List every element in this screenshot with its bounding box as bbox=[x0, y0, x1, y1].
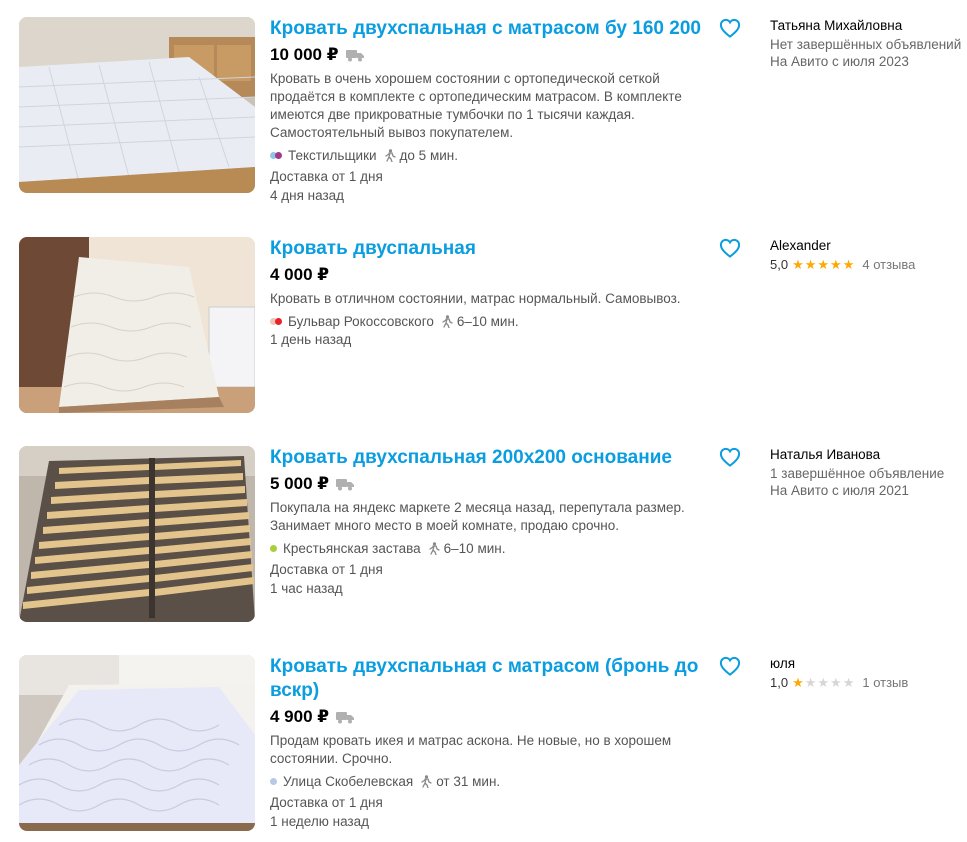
listing-price: 5 000 ₽ bbox=[270, 474, 330, 493]
walk-time: от 31 мин. bbox=[436, 774, 501, 789]
listing-photo[interactable] bbox=[19, 446, 255, 622]
metro-station: Бульвар Рокоссовского bbox=[288, 314, 434, 329]
delivery-truck-icon bbox=[335, 477, 355, 491]
price-row: 10 000 ₽ bbox=[270, 45, 365, 65]
price-row: 4 900 ₽ bbox=[270, 707, 355, 727]
metro-line: Улица Скобелевская от 31 мин. bbox=[270, 774, 500, 789]
price-row: 4 000 ₽ bbox=[270, 265, 329, 285]
rating-stars: ★ ★ ★ ★ ★ bbox=[792, 258, 854, 271]
star-icon: ★ bbox=[830, 257, 842, 272]
walk-time: 6–10 мин. bbox=[456, 314, 519, 329]
star-icon: ★ bbox=[817, 675, 830, 690]
listing-price: 4 900 ₽ bbox=[270, 707, 330, 726]
metro-icon bbox=[270, 778, 277, 785]
seller-rating: 1,0 ★ ★ ★ ★ ★ 1 отзыв bbox=[770, 675, 908, 690]
favorite-heart-icon[interactable] bbox=[719, 656, 741, 676]
listing-title[interactable]: Кровать двуспальная bbox=[270, 237, 710, 261]
seller-name[interactable]: юля bbox=[770, 656, 795, 671]
walking-person-icon bbox=[420, 775, 432, 789]
listing-description: Кровать в отличном состоянии, матрас нор… bbox=[270, 291, 681, 306]
star-icon: ★ bbox=[804, 675, 817, 690]
listing-price: 4 000 ₽ bbox=[270, 265, 330, 284]
star-icon: ★ bbox=[830, 675, 842, 690]
star-icon: ★ bbox=[792, 257, 804, 272]
price-row: 5 000 ₽ bbox=[270, 474, 355, 494]
walking-person-icon bbox=[384, 149, 396, 163]
seller-listings-info: 1 завершённое объявление bbox=[770, 466, 945, 481]
star-icon: ★ bbox=[804, 257, 817, 272]
listing-date: 1 день назад bbox=[270, 332, 352, 347]
listing-photo[interactable] bbox=[19, 655, 255, 831]
reviews-link[interactable]: 1 отзыв bbox=[862, 675, 908, 690]
rating-stars: ★ ★ ★ ★ ★ bbox=[792, 676, 854, 689]
listing-date: 1 неделю назад bbox=[270, 814, 370, 829]
star-icon: ★ bbox=[817, 257, 830, 272]
delivery-truck-icon bbox=[335, 710, 355, 724]
seller-name[interactable]: Татьяна Михайловна bbox=[770, 18, 902, 33]
listing-description: Кровать в очень хорошем состоянии с орто… bbox=[270, 71, 682, 140]
star-icon: ★ bbox=[792, 675, 804, 690]
listing-date: 1 час назад bbox=[270, 581, 343, 596]
walk-time: до 5 мин. bbox=[399, 148, 458, 163]
seller-since: На Авито с июля 2023 bbox=[770, 54, 909, 69]
delivery-text: Доставка от 1 дня bbox=[270, 795, 383, 810]
favorite-heart-icon[interactable] bbox=[719, 18, 741, 38]
seller-since: На Авито с июля 2021 bbox=[770, 483, 909, 498]
listing-description: Продам кровать икея и матрас аскона. Не … bbox=[270, 733, 672, 766]
metro-icon bbox=[270, 545, 277, 552]
favorite-heart-icon[interactable] bbox=[719, 238, 741, 258]
listing-title[interactable]: Кровать двухспальная 200х200 основание bbox=[270, 446, 710, 470]
star-icon: ★ bbox=[842, 675, 855, 690]
star-icon: ★ bbox=[842, 257, 855, 272]
reviews-link[interactable]: 4 отзыва bbox=[862, 257, 915, 272]
listing-description: Покупала на яндекс маркете 2 месяца наза… bbox=[270, 500, 685, 533]
metro-station: Текстильщики bbox=[288, 148, 377, 163]
metro-station: Крестьянская застава bbox=[283, 541, 421, 556]
delivery-truck-icon bbox=[345, 48, 365, 62]
listing-photo[interactable] bbox=[19, 237, 255, 413]
walking-person-icon bbox=[441, 315, 453, 329]
listing-title[interactable]: Кровать двухспальная с матрасом бу 160 2… bbox=[270, 17, 710, 41]
seller-rating: 5,0 ★ ★ ★ ★ ★ 4 отзыва bbox=[770, 257, 915, 272]
listing-date: 4 дня назад bbox=[270, 188, 345, 203]
walking-person-icon bbox=[428, 542, 440, 556]
favorite-heart-icon[interactable] bbox=[719, 447, 741, 467]
metro-line: Текстильщики до 5 мин. bbox=[270, 148, 458, 163]
delivery-text: Доставка от 1 дня bbox=[270, 562, 383, 577]
listing-price: 10 000 ₽ bbox=[270, 45, 339, 64]
metro-line: Бульвар Рокоссовского 6–10 мин. bbox=[270, 314, 519, 329]
listing-title[interactable]: Кровать двухспальная с матрасом (бронь д… bbox=[270, 655, 710, 703]
seller-name[interactable]: Наталья Иванова bbox=[770, 447, 880, 462]
metro-station: Улица Скобелевская bbox=[283, 774, 414, 789]
walk-time: 6–10 мин. bbox=[443, 541, 506, 556]
metro-line: Крестьянская застава 6–10 мин. bbox=[270, 541, 505, 556]
listing-photo[interactable] bbox=[19, 17, 255, 193]
rating-value: 5,0 bbox=[770, 257, 789, 272]
seller-name[interactable]: Alexander bbox=[770, 238, 831, 253]
rating-value: 1,0 bbox=[770, 675, 789, 690]
seller-listings-info: Нет завершённых объявлений bbox=[770, 37, 962, 52]
delivery-text: Доставка от 1 дня bbox=[270, 169, 383, 184]
metro-icon bbox=[270, 152, 282, 159]
metro-icon bbox=[270, 318, 282, 325]
